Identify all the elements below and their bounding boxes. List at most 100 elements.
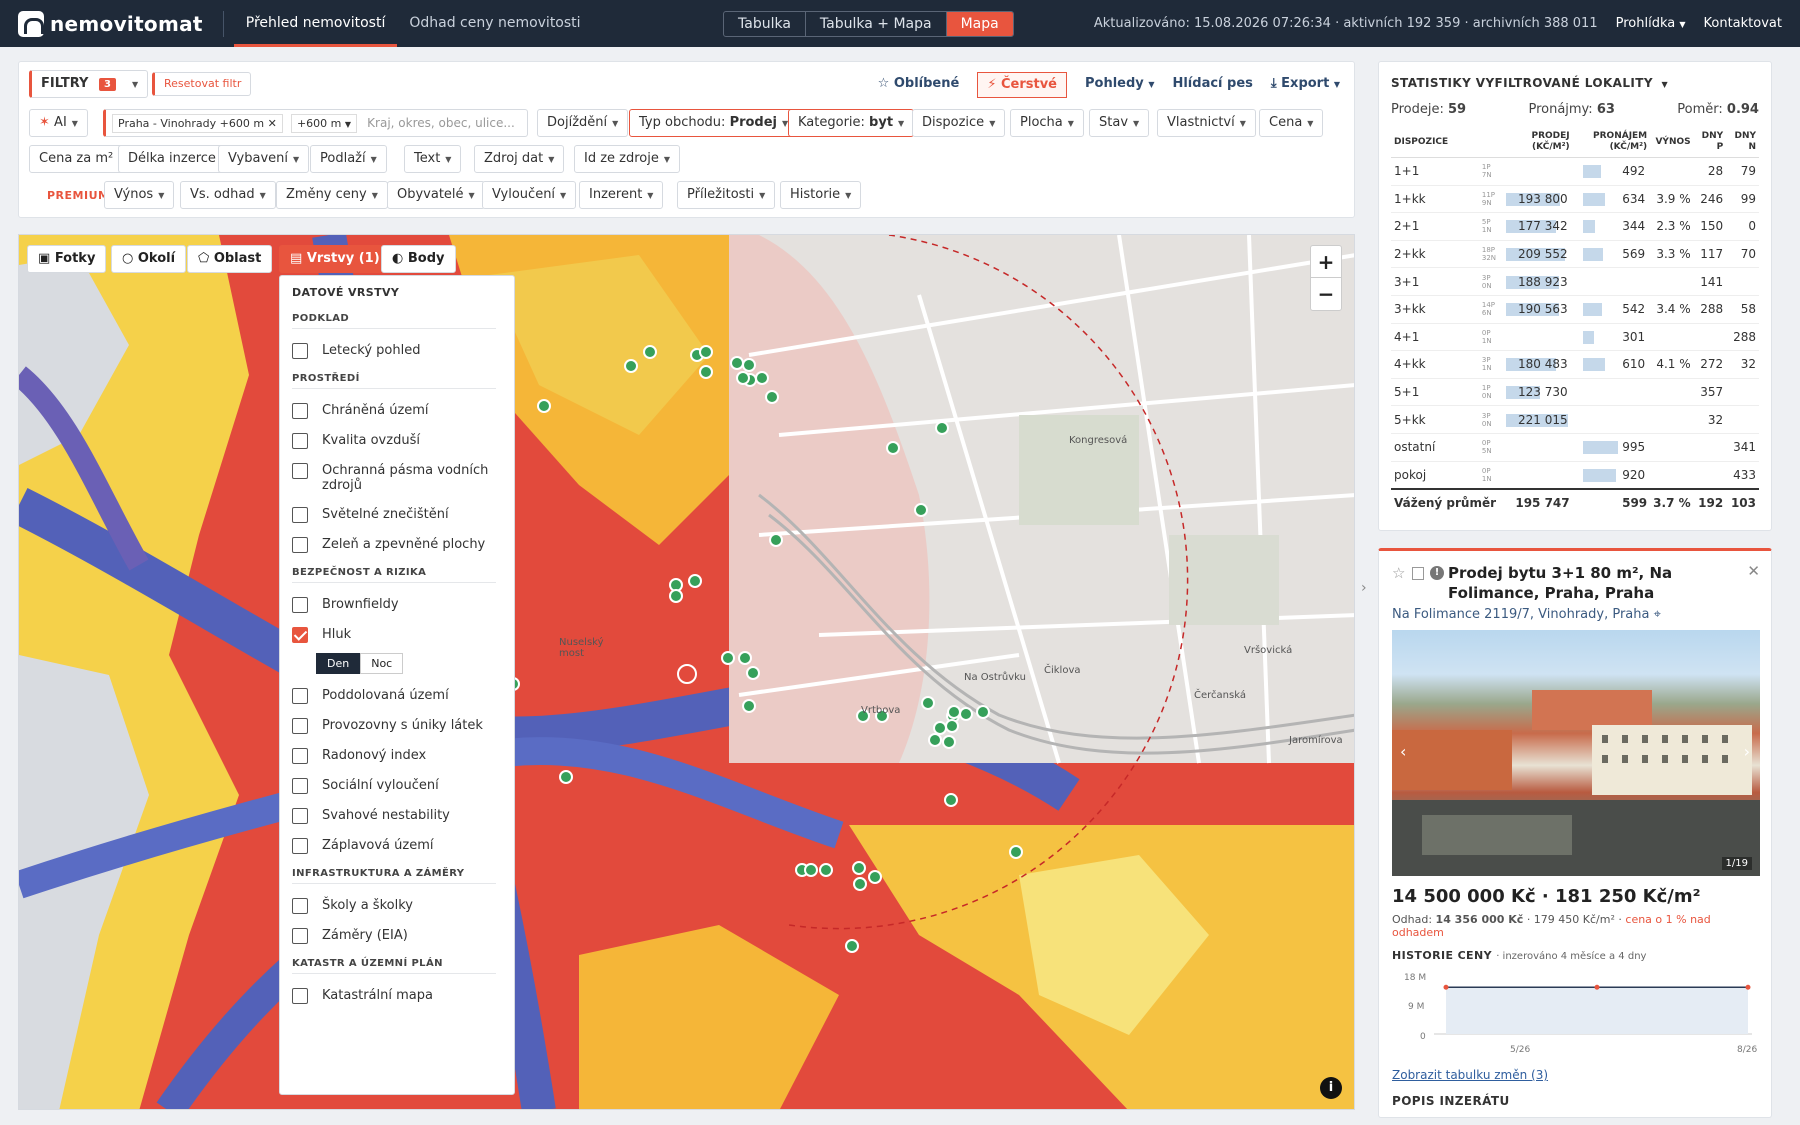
layer-item[interactable]: Katastrální mapa — [292, 988, 514, 1004]
filter-chip[interactable]: Inzerent ▼ — [579, 181, 664, 209]
area-filter[interactable]: Plocha ▼ — [1010, 109, 1084, 137]
listing-pin[interactable] — [976, 705, 990, 719]
ai-filter[interactable]: ✶ AI ▼ — [29, 109, 88, 137]
reset-filter-button[interactable]: Resetovat filtr — [152, 72, 252, 96]
listing-pin[interactable] — [643, 345, 657, 359]
layer-checkbox[interactable] — [292, 403, 308, 419]
listing-pin[interactable] — [1009, 845, 1023, 859]
listing-pin[interactable] — [804, 863, 818, 877]
filter-chip[interactable]: Id ze zdroje ▼ — [574, 145, 681, 173]
stats-row[interactable]: 4+kk 3P 1N 180 483 610 4.1 % 272 32 — [1391, 350, 1759, 379]
night-button[interactable]: Noc — [360, 653, 404, 674]
stats-row[interactable]: 2+1 5P 1N 177 342 344 2.3 % 150 0 — [1391, 212, 1759, 241]
layer-item[interactable]: Letecký pohled — [292, 343, 514, 359]
listing-pin[interactable] — [819, 863, 833, 877]
stats-title[interactable]: STATISTIKY VYFILTROVANÉ LOKALITY ▼ — [1391, 76, 1759, 90]
listing-pin[interactable] — [942, 735, 956, 749]
filter-chip[interactable]: Vyloučení ▼ — [482, 181, 577, 209]
filter-chip[interactable]: Zdroj dat ▼ — [474, 145, 565, 173]
map-button[interactable]: ◐ Body — [381, 245, 456, 273]
layer-item[interactable]: Svahové nestability — [292, 808, 514, 824]
map-button[interactable]: ○ Okolí — [111, 245, 187, 273]
photo-prev-icon[interactable]: ‹ — [1400, 742, 1406, 761]
layer-item[interactable]: Poddolovaná území — [292, 688, 514, 704]
layer-item[interactable]: Záměry (EIA) — [292, 928, 514, 944]
listing-pin[interactable] — [699, 345, 713, 359]
tab-valuation[interactable]: Odhad ceny nemovitosti — [397, 0, 592, 47]
layer-checkbox[interactable] — [292, 838, 308, 854]
listing-pin[interactable] — [736, 371, 750, 385]
close-icon[interactable]: ✕ — [268, 117, 277, 130]
zoom-in-button[interactable]: + — [1311, 246, 1341, 278]
deal-type-filter[interactable]: Typ obchodu: Prodej ▼ — [629, 109, 799, 137]
chevron-right-icon[interactable]: › — [1361, 580, 1367, 596]
listing-pin[interactable] — [742, 699, 756, 713]
layer-item[interactable]: Školy a školky — [292, 898, 514, 914]
tab-overview[interactable]: Přehled nemovitostí — [233, 0, 398, 47]
fresh-button[interactable]: ⚡ Čerstvé — [977, 72, 1067, 98]
change-table-link[interactable]: Zobrazit tabulku změn (3) — [1392, 1068, 1758, 1082]
listing-pin[interactable] — [738, 651, 752, 665]
filter-chip[interactable]: Historie ▼ — [780, 181, 862, 209]
map[interactable]: Nuselský most Na Ostrůvku Vrtbova Čiklova Ko… — [18, 234, 1355, 1110]
listing-pin[interactable] — [669, 589, 683, 603]
map-button[interactable]: ⬠ Oblast — [187, 245, 273, 273]
map-button[interactable]: ▤ Vrstvy (1) — [279, 245, 391, 273]
listing-pin[interactable] — [746, 666, 760, 680]
export-menu[interactable]: ⤓ Export ▼ — [1271, 76, 1340, 98]
listing-pin[interactable] — [845, 939, 859, 953]
listing-pin[interactable] — [959, 707, 973, 721]
radius-select[interactable]: +600 m ▼ — [290, 114, 358, 133]
listing-pin[interactable] — [945, 719, 959, 733]
filter-chip[interactable]: Změny ceny ▼ — [276, 181, 388, 209]
layer-item[interactable]: Sociální vyloučení — [292, 778, 514, 794]
zoom-out-button[interactable]: − — [1311, 278, 1341, 310]
state-filter[interactable]: Stav ▼ — [1089, 109, 1150, 137]
layer-item[interactable]: Radonový index — [292, 748, 514, 764]
layer-checkbox[interactable] — [292, 928, 308, 944]
listing-pin[interactable] — [755, 371, 769, 385]
layer-checkbox[interactable] — [292, 808, 308, 824]
layer-item[interactable]: Provozovny s úniky látek — [292, 718, 514, 734]
layer-checkbox[interactable] — [292, 597, 308, 613]
view-map[interactable]: Mapa — [946, 12, 1013, 36]
stats-row[interactable]: 4+1 0P 1N 301 288 — [1391, 323, 1759, 352]
stats-row[interactable]: pokoj 0P 1N 920 433 — [1391, 461, 1759, 490]
views-menu[interactable]: Pohledy ▼ — [1085, 76, 1154, 98]
disposition-filter[interactable]: Dispozice ▼ — [912, 109, 1006, 137]
info-icon[interactable]: ! — [1430, 566, 1444, 580]
layer-checkbox[interactable] — [292, 463, 308, 479]
listing-pin[interactable] — [537, 399, 551, 413]
listing-pin[interactable] — [742, 358, 756, 372]
listing-address[interactable]: Na Folimance 2119/7, Vinohrady, Praha ⌖ — [1392, 607, 1758, 622]
listing-pin[interactable] — [721, 651, 735, 665]
stats-row[interactable]: 1+1 1P 7N 492 28 79 — [1391, 157, 1759, 186]
filter-chip[interactable]: Obyvatelé ▼ — [387, 181, 485, 209]
filter-chip[interactable]: Příležitosti ▼ — [677, 181, 776, 209]
listing-pin[interactable] — [769, 533, 783, 547]
listing-pin[interactable] — [947, 705, 961, 719]
listing-title[interactable]: Prodej bytu 3+1 80 m², Na Folimance, Pra… — [1448, 564, 1672, 602]
layer-checkbox[interactable] — [292, 433, 308, 449]
stats-row[interactable]: 3+1 3P 0N 188 923 141 — [1391, 267, 1759, 296]
layer-checkbox[interactable] — [292, 627, 308, 643]
listing-pin[interactable] — [868, 870, 882, 884]
layer-checkbox[interactable] — [292, 537, 308, 553]
stats-row[interactable]: 1+kk 11P 9N 193 800 634 3.9 % 246 99 — [1391, 185, 1759, 214]
close-icon[interactable]: ✕ — [1747, 561, 1760, 581]
layer-checkbox[interactable] — [292, 688, 308, 704]
layer-item[interactable]: Zeleň a zpevněné plochy — [292, 537, 514, 553]
listing-pin[interactable] — [944, 793, 958, 807]
ownership-filter[interactable]: Vlastnictví ▼ — [1157, 109, 1256, 137]
layer-checkbox[interactable] — [292, 507, 308, 523]
photo-next-icon[interactable]: › — [1744, 742, 1750, 761]
listing-pin[interactable] — [688, 574, 702, 588]
stats-row[interactable]: 5+1 1P 0N 123 730 357 — [1391, 378, 1759, 407]
layer-checkbox[interactable] — [292, 748, 308, 764]
stats-row[interactable]: 2+kk 18P 32N 209 552 569 3.3 % 117 70 — [1391, 240, 1759, 269]
layer-item[interactable]: Ochranná pásma vodních zdrojů — [292, 463, 514, 493]
star-icon[interactable]: ☆ — [1392, 563, 1405, 583]
logo[interactable]: nemovitomat — [18, 10, 203, 37]
info-icon[interactable]: i — [1320, 1077, 1342, 1099]
map-button[interactable]: ▣ Fotky — [27, 245, 107, 273]
